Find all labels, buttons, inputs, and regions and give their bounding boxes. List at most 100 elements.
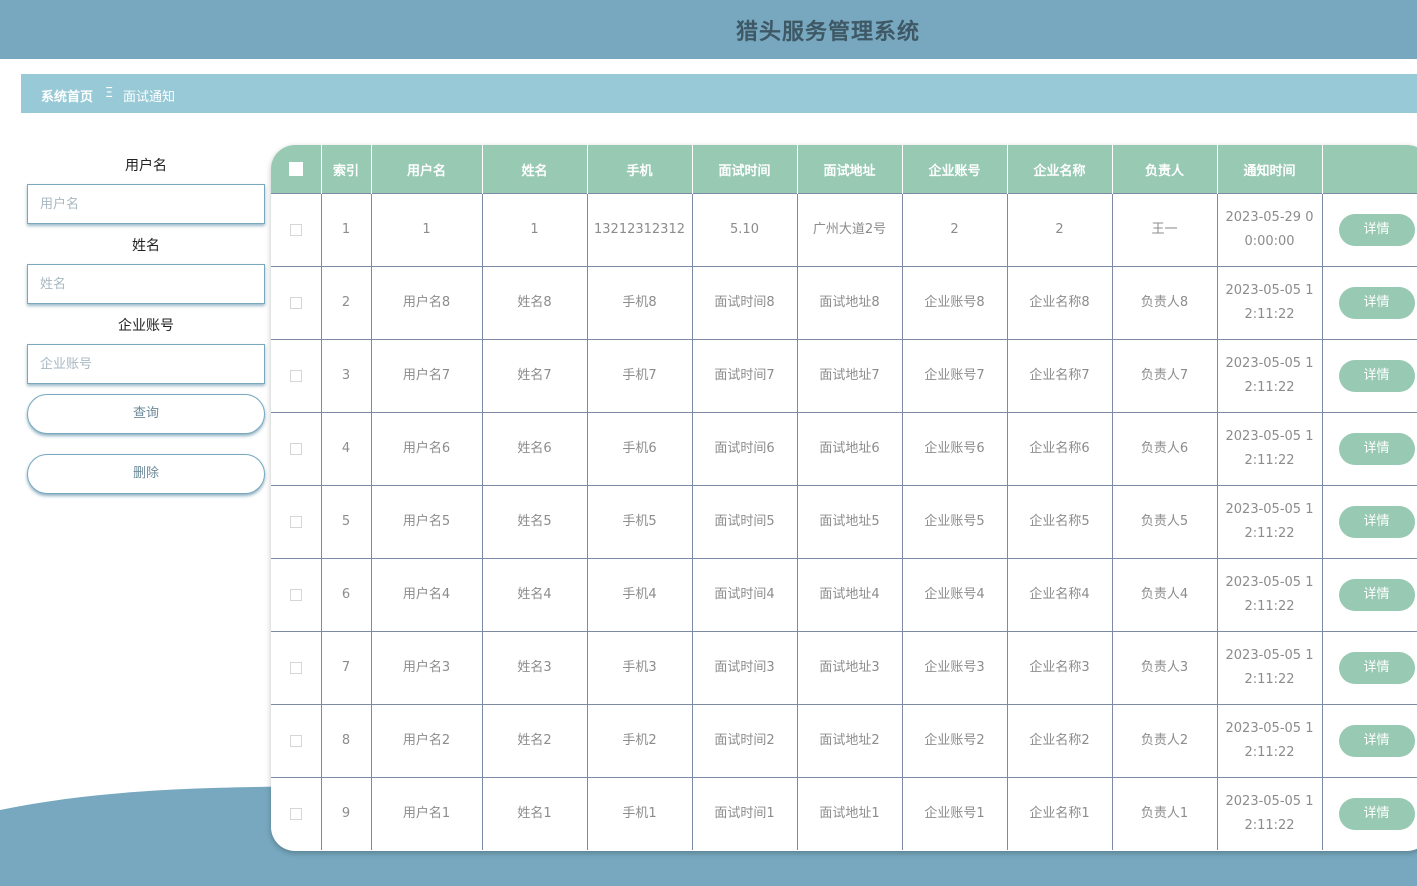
table-cell: 姓名5 (482, 485, 588, 559)
table-row: 9 用户名1 姓名1 手机1 面试时间1 面试地址1 企业账号1 企业名称1 负责人1 2023-… (271, 777, 1417, 850)
query-button[interactable]: 查询 (27, 394, 265, 434)
breadcrumb-separator-icon: Ξ (105, 86, 114, 101)
table-cell: 企业账号7 (902, 339, 1008, 413)
table-cell: 企业账号4 (902, 558, 1008, 632)
table-cell: 广州大道2号 (797, 193, 903, 267)
column-header[interactable]: 索引 (321, 145, 372, 194)
table-cell: 姓名2 (482, 704, 588, 778)
table-cell: 面试时间8 (692, 266, 798, 340)
table-cell: 负责人5 (1112, 485, 1218, 559)
detail-button[interactable]: 详情 (1338, 579, 1415, 611)
table-cell: 负责人3 (1112, 631, 1218, 705)
table-cell: 1 (371, 193, 483, 267)
breadcrumb: 系统首页 Ξ 面试通知 (21, 74, 1417, 113)
detail-button[interactable]: 详情 (1338, 725, 1415, 757)
table-cell: 手机4 (587, 558, 693, 632)
app-title: 猎头服务管理系统 (735, 20, 920, 45)
table-row: 1 1 1 13212312312 5.10 广州大道2号 2 2 王一 2023-05-29 0… (271, 193, 1417, 267)
column-header[interactable]: 企业账号 (902, 145, 1008, 194)
table-cell: 2023-05-05 12:11:22 (1217, 485, 1323, 559)
table-cell: 王一 (1112, 193, 1218, 267)
table-cell: 面试地址5 (797, 485, 903, 559)
table-cell: 负责人2 (1112, 704, 1218, 778)
table-cell: 面试时间6 (692, 412, 798, 486)
row-checkbox[interactable] (271, 339, 322, 413)
username-input[interactable] (27, 184, 265, 224)
table-row: 3 用户名7 姓名7 手机7 面试时间7 面试地址7 企业账号7 企业名称7 负责人7 2023-… (271, 339, 1417, 413)
table-cell: 面试地址4 (797, 558, 903, 632)
table-cell: 9 (321, 777, 372, 850)
table-cell: 姓名7 (482, 339, 588, 413)
table-cell: 企业名称3 (1007, 631, 1113, 705)
table-cell: 手机8 (587, 266, 693, 340)
table-cell: 面试地址6 (797, 412, 903, 486)
table-cell: 企业账号1 (902, 777, 1008, 850)
table-cell: 面试时间5 (692, 485, 798, 559)
name-input[interactable] (27, 264, 265, 304)
table-cell: 企业账号5 (902, 485, 1008, 559)
row-checkbox[interactable] (271, 631, 322, 705)
table-row: 4 用户名6 姓名6 手机6 面试时间6 面试地址6 企业账号6 企业名称6 负责人6 2023-… (271, 412, 1417, 486)
row-checkbox[interactable] (271, 777, 322, 850)
username-label: 用户名 (125, 158, 167, 174)
table-cell: 2023-05-05 12:11:22 (1217, 631, 1323, 705)
breadcrumb-current: 面试通知 (123, 90, 176, 105)
table-cell: 2 (321, 266, 372, 340)
column-header[interactable]: 面试地址 (797, 145, 903, 194)
table-cell: 面试时间2 (692, 704, 798, 778)
table-cell: 用户名7 (371, 339, 483, 413)
column-header[interactable]: 负责人 (1112, 145, 1218, 194)
table-cell: 用户名8 (371, 266, 483, 340)
table-cell: 2023-05-05 12:11:22 (1217, 704, 1323, 778)
table-cell: 用户名4 (371, 558, 483, 632)
table-cell: 手机1 (587, 777, 693, 850)
row-checkbox[interactable] (271, 485, 322, 559)
table-cell: 2023-05-05 12:11:22 (1217, 412, 1323, 486)
row-checkbox[interactable] (271, 266, 322, 340)
column-header[interactable]: 用户名 (371, 145, 483, 194)
table-cell: 2023-05-05 12:11:22 (1217, 777, 1323, 850)
detail-button[interactable]: 详情 (1338, 433, 1415, 465)
table-cell: 面试地址2 (797, 704, 903, 778)
delete-button[interactable]: 删除 (27, 454, 265, 494)
actions-cell: 详情 (1322, 339, 1417, 413)
table-cell: 面试地址1 (797, 777, 903, 850)
table-cell: 姓名1 (482, 777, 588, 850)
table-cell: 企业账号2 (902, 704, 1008, 778)
table-cell: 用户名1 (371, 777, 483, 850)
table-cell: 姓名4 (482, 558, 588, 632)
table-cell: 2023-05-29 00:00:00 (1217, 193, 1323, 267)
row-checkbox[interactable] (271, 412, 322, 486)
table-cell: 企业名称1 (1007, 777, 1113, 850)
table-cell: 姓名8 (482, 266, 588, 340)
detail-button[interactable]: 详情 (1338, 287, 1415, 319)
table-cell: 负责人8 (1112, 266, 1218, 340)
detail-button[interactable]: 详情 (1338, 214, 1415, 246)
detail-button[interactable]: 详情 (1338, 652, 1415, 684)
table-cell: 企业名称7 (1007, 339, 1113, 413)
company-account-input[interactable] (27, 344, 265, 384)
detail-button[interactable]: 详情 (1338, 798, 1415, 830)
breadcrumb-home-link[interactable]: 系统首页 (41, 86, 93, 105)
row-checkbox[interactable] (271, 558, 322, 632)
column-header[interactable]: 姓名 (482, 145, 588, 194)
row-checkbox[interactable] (271, 193, 322, 267)
column-header[interactable]: 面试时间 (692, 145, 798, 194)
table-cell: 用户名3 (371, 631, 483, 705)
table-cell: 负责人6 (1112, 412, 1218, 486)
column-header[interactable]: 通知时间 (1217, 145, 1323, 194)
actions-cell: 详情 (1322, 631, 1417, 705)
row-checkbox[interactable] (271, 704, 322, 778)
table-cell: 企业账号8 (902, 266, 1008, 340)
column-header[interactable]: 企业名称 (1007, 145, 1113, 194)
table-cell: 企业名称4 (1007, 558, 1113, 632)
table-cell: 8 (321, 704, 372, 778)
select-all-checkbox[interactable] (271, 145, 322, 194)
detail-button[interactable]: 详情 (1338, 360, 1415, 392)
detail-button[interactable]: 详情 (1338, 506, 1415, 538)
column-header[interactable]: 手机 (587, 145, 693, 194)
table-cell: 4 (321, 412, 372, 486)
actions-cell: 详情 (1322, 266, 1417, 340)
table-cell: 5 (321, 485, 372, 559)
actions-cell: 详情 (1322, 704, 1417, 778)
